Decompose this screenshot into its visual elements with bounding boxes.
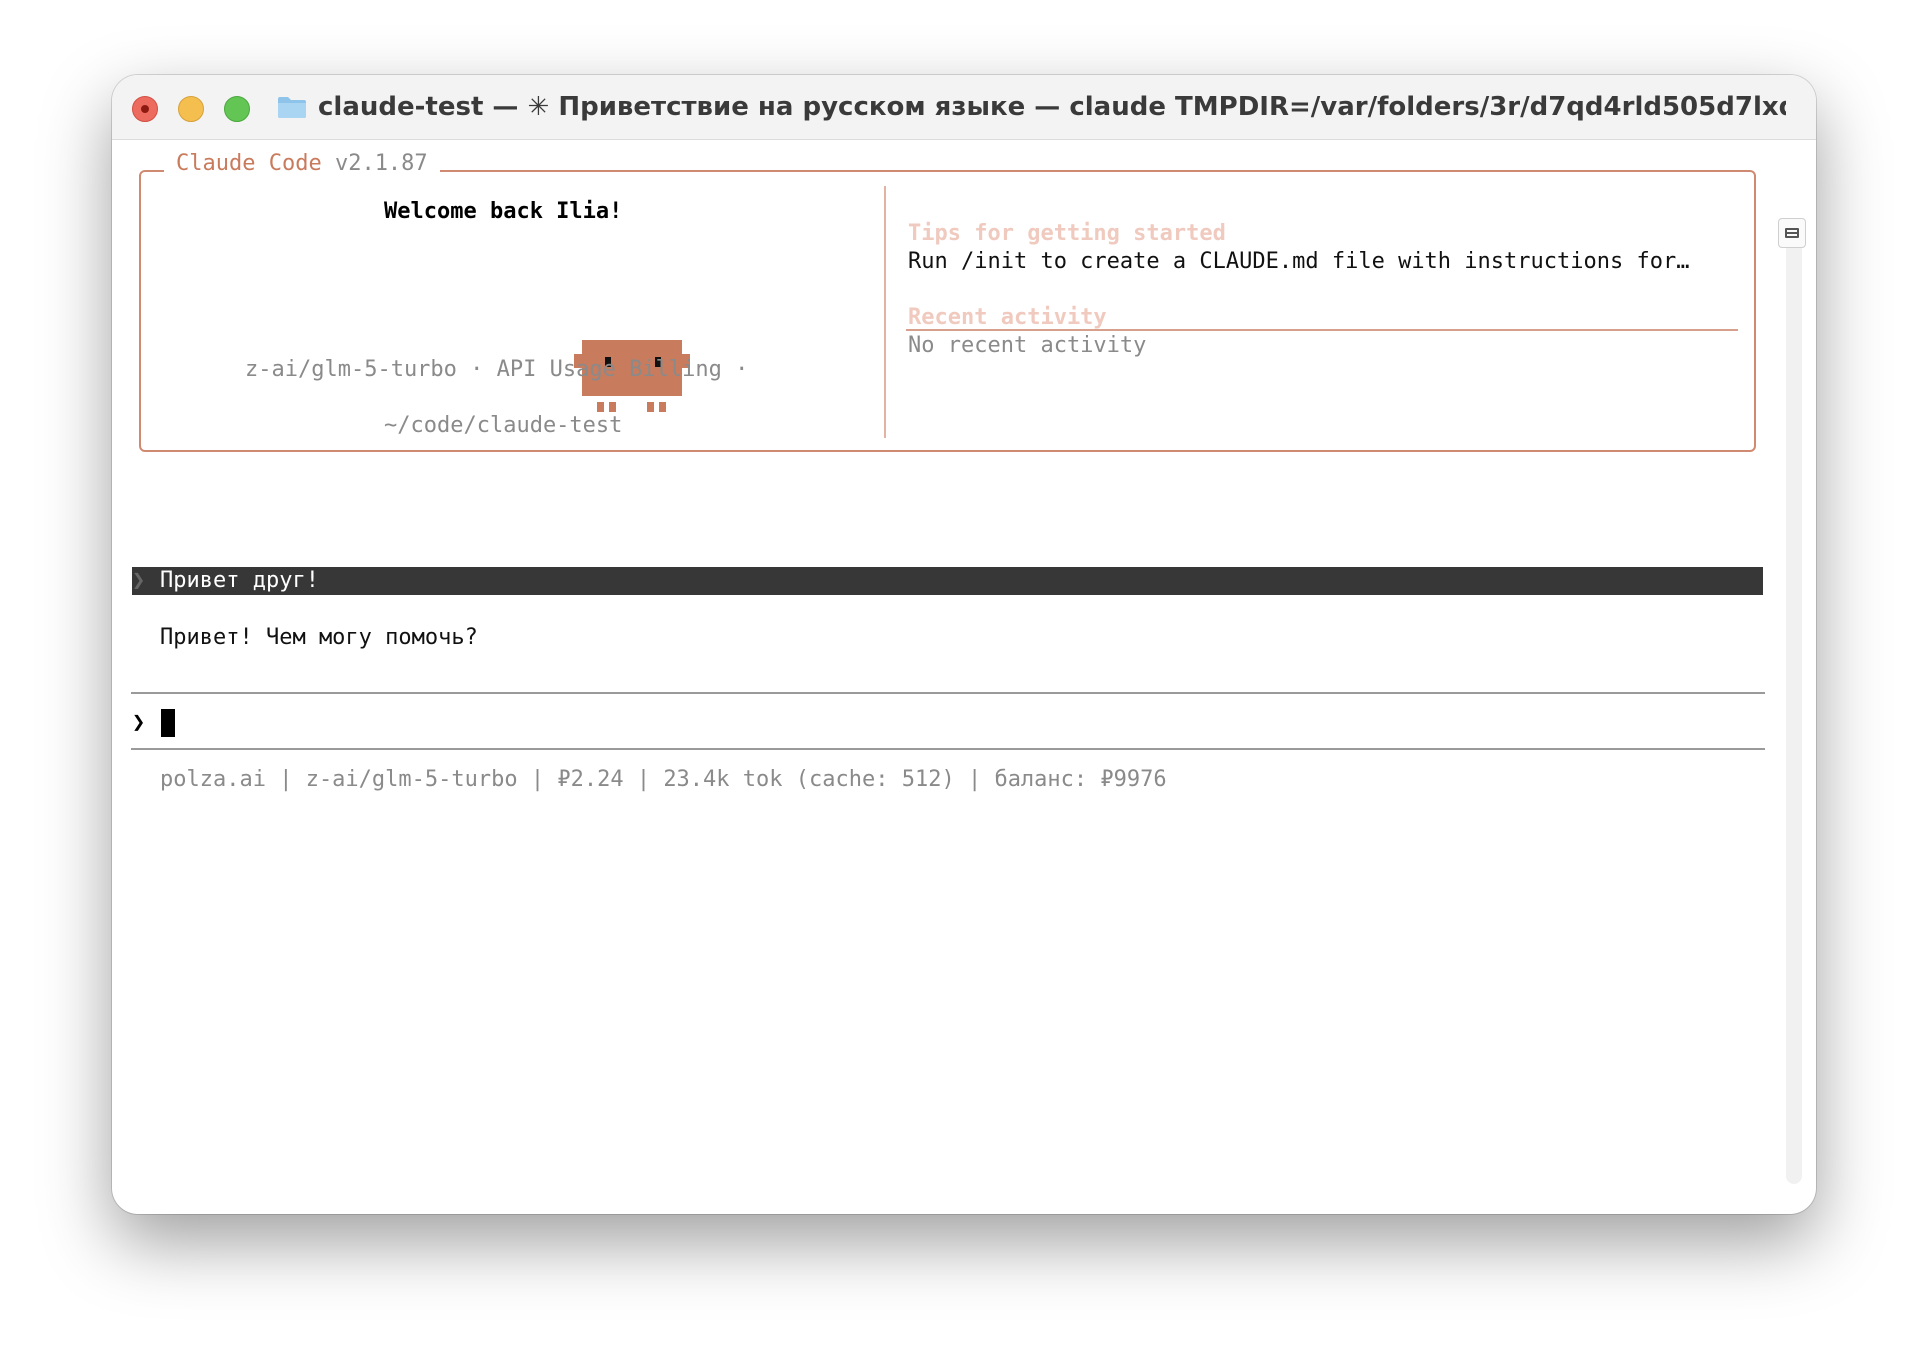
input-top-rule: [131, 692, 1765, 694]
close-window-button[interactable]: [132, 96, 158, 122]
folder-icon: [278, 97, 306, 118]
user-prompt-glyph: ❯: [132, 568, 146, 593]
input-bottom-rule: [131, 748, 1765, 750]
recent-activity-heading: Recent activity: [908, 305, 1107, 330]
terminal-window: claude-test — ✳ Приветствие на русском я…: [112, 75, 1816, 1214]
window-title: claude-test — ✳ Приветствие на русском я…: [318, 92, 1786, 122]
working-directory: ~/code/claude-test: [384, 413, 623, 438]
tips-text: Run /init to create a CLAUDE.md file wit…: [908, 249, 1690, 274]
welcome-greeting: Welcome back Ilia!: [384, 199, 623, 224]
user-message: Привет друг!: [160, 568, 319, 593]
scrollbar[interactable]: [1786, 240, 1802, 1184]
status-line: polza.ai | z-ai/glm-5-turbo | ₽2.24 | 23…: [160, 767, 1167, 792]
title-bar[interactable]: claude-test — ✳ Приветствие на русском я…: [112, 75, 1816, 140]
minimize-window-button[interactable]: [178, 96, 204, 122]
page: claude-test — ✳ Приветствие на русском я…: [0, 0, 1922, 1358]
app-name: Claude Code: [176, 151, 322, 176]
maximize-window-button[interactable]: [224, 96, 250, 122]
panel-divider: [884, 186, 886, 438]
scroll-marks-icon[interactable]: [1778, 218, 1806, 248]
app-version: v2.1.87: [334, 151, 428, 176]
tips-heading: Tips for getting started: [908, 221, 1226, 246]
assistant-message: Привет! Чем могу помочь?: [160, 625, 478, 650]
recent-activity-text: No recent activity: [908, 333, 1147, 358]
user-message-bar: [132, 567, 1763, 595]
panel-legend: Claude Code v2.1.87: [164, 150, 440, 178]
terminal-content[interactable]: Claude Code v2.1.87 Welcome back Ilia! z…: [112, 140, 1816, 1214]
input-prompt-glyph: ❯: [132, 710, 146, 735]
text-cursor: [161, 709, 175, 737]
model-billing-line: z-ai/glm-5-turbo · API Usage Billing ·: [245, 357, 749, 382]
